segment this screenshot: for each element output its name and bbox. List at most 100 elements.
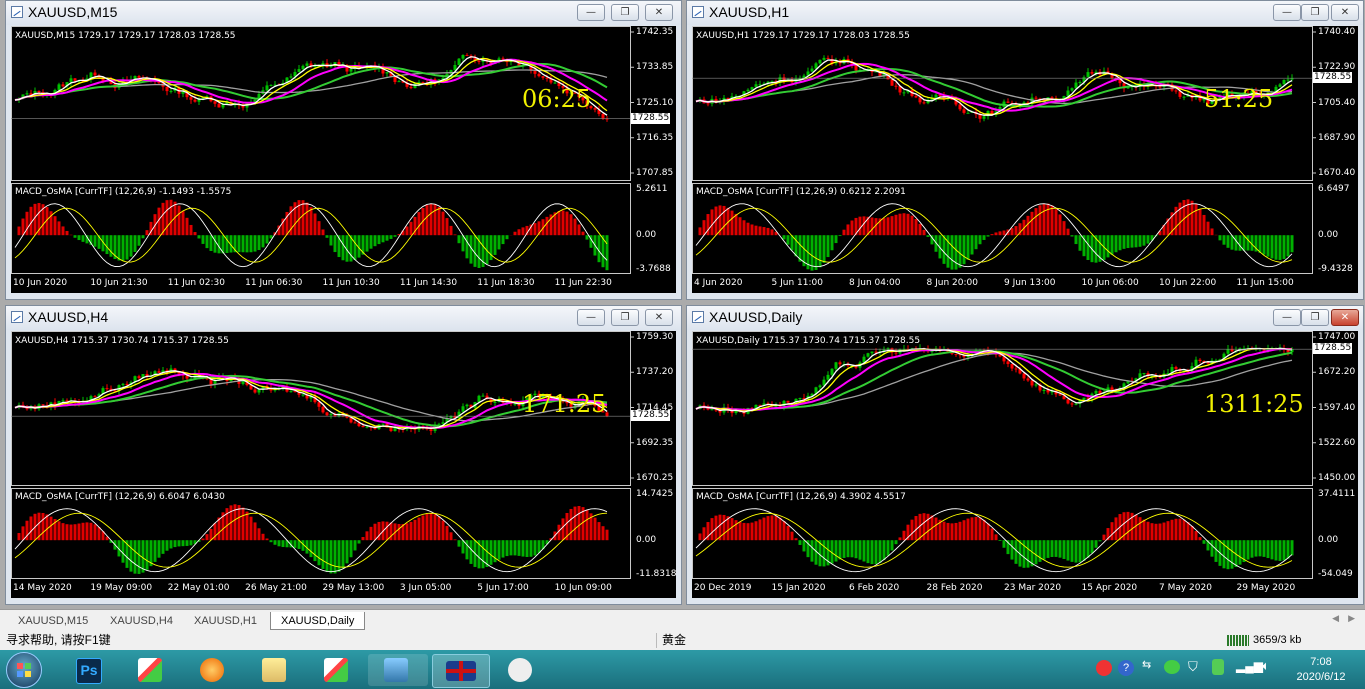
minimize-button[interactable]: —	[577, 4, 605, 21]
chart-window-icon	[692, 6, 704, 18]
arrow-app-icon[interactable]	[188, 654, 236, 686]
start-orb-icon[interactable]	[6, 652, 42, 688]
network-icon[interactable]: ⇆	[1142, 658, 1151, 671]
candle-body	[289, 391, 293, 393]
image-viewer-icon[interactable]	[368, 654, 428, 686]
metatrader-icon[interactable]	[312, 654, 360, 686]
macd-histogram-bar	[1186, 522, 1190, 541]
candle-body	[814, 63, 818, 69]
wechat-icon[interactable]	[496, 654, 544, 686]
clock-time[interactable]: 7:08	[1290, 655, 1352, 670]
macd-histogram-bar	[1002, 230, 1006, 236]
restore-button[interactable]: ❐	[1301, 4, 1329, 21]
time-axis-label: 11 Jun 06:30	[245, 278, 303, 288]
close-button[interactable]: ✕	[645, 309, 673, 326]
candle-body	[289, 76, 293, 78]
help-icon[interactable]: ?	[1118, 660, 1134, 676]
macd-histogram-bar	[1062, 540, 1066, 559]
macd-histogram-bar	[998, 540, 1002, 541]
close-button[interactable]: ✕	[645, 4, 673, 21]
restore-button[interactable]: ❐	[1301, 309, 1329, 326]
macd-histogram-bar	[605, 235, 609, 271]
chart-window-daily[interactable]: XAUUSD,Daily — ❐ ✕ 1747.00 1672.20 1597.40…	[686, 305, 1364, 605]
macd-histogram-bar	[942, 521, 946, 541]
macd-histogram-bar	[1078, 235, 1082, 251]
clock-date[interactable]: 2020/6/12	[1290, 670, 1352, 685]
tab-xauusd-m15[interactable]: XAUUSD,M15	[8, 612, 98, 630]
battery-icon[interactable]	[1212, 659, 1224, 675]
macd-histogram-bar	[353, 540, 357, 551]
chart-window-h4[interactable]: XAUUSD,H4 — ❐ ✕ 1759.30 1737.20 1714.45 169…	[5, 305, 682, 605]
tab-scroll-left-icon[interactable]: ◀	[1332, 613, 1339, 624]
candle-body	[1090, 72, 1094, 74]
uk-flag-icon[interactable]	[432, 654, 490, 688]
macd-histogram-bar	[986, 235, 990, 237]
macd-histogram-bar	[93, 235, 97, 247]
macd-histogram-bar	[746, 523, 750, 541]
macd-histogram-bar	[601, 526, 605, 541]
metatrader-icon[interactable]	[126, 654, 174, 686]
time-axis-label: 11 Jun 22:30	[554, 278, 612, 288]
macd-histogram-bar	[1258, 540, 1262, 557]
macd-histogram-bar	[734, 520, 738, 541]
macd-histogram-bar	[261, 235, 265, 248]
macd-histogram-bar	[910, 215, 914, 236]
macd-histogram-bar	[1010, 228, 1014, 236]
candle-body	[301, 394, 305, 396]
macd-histogram-bar	[437, 206, 441, 236]
chart-area[interactable]: 1740.40 1722.90 1705.40 1687.90 1670.40 1728.…	[692, 26, 1358, 293]
macd-histogram-bar	[870, 217, 874, 236]
macd-histogram-bar	[1222, 235, 1226, 245]
macd-histogram-bar	[17, 533, 21, 541]
window-titlebar[interactable]: XAUUSD,M15 — ❐ ✕	[6, 1, 681, 25]
restore-button[interactable]: ❐	[611, 309, 639, 326]
chart-window-m15[interactable]: XAUUSD,M15 — ❐ ✕ 1742.35 1733.85 1725.10 17…	[5, 0, 682, 300]
macd-histogram-bar	[557, 210, 561, 236]
minimize-button[interactable]: —	[1273, 309, 1301, 326]
candle-body	[537, 73, 541, 77]
tab-xauusd-daily[interactable]: XAUUSD,Daily	[270, 612, 366, 630]
macd-histogram-bar	[261, 533, 265, 541]
macd-histogram-bar	[1062, 221, 1066, 236]
chart-area[interactable]: 1742.35 1733.85 1725.10 1716.35 1707.85 1728.…	[11, 26, 676, 293]
candle-body	[1070, 403, 1074, 405]
tab-xauusd-h4[interactable]: XAUUSD,H4	[100, 612, 183, 630]
macd-histogram-bar	[834, 540, 838, 562]
candle-body	[253, 389, 257, 393]
time-axis-label: 26 May 21:00	[245, 583, 307, 593]
tab-xauusd-h1[interactable]: XAUUSD,H1	[184, 612, 267, 630]
macd-histogram-bar	[209, 235, 213, 251]
minimize-button[interactable]: —	[1273, 4, 1301, 21]
candle-body	[1022, 373, 1026, 379]
candle-body	[41, 404, 45, 406]
close-button[interactable]: ✕	[1331, 4, 1359, 21]
sogou-ime-icon[interactable]	[1096, 660, 1112, 676]
tab-scroll-right-icon[interactable]: ▶	[1348, 613, 1355, 624]
shield-icon[interactable]: ⛉	[1188, 659, 1198, 675]
chart-window-h1[interactable]: XAUUSD,H1 — ❐ ✕ 1740.40 1722.90 1705.40 168…	[686, 0, 1364, 300]
macd-histogram-bar	[954, 235, 958, 270]
chart-tab-bar: XAUUSD,M15 XAUUSD,H4 XAUUSD,H1 XAUUSD,Da…	[0, 609, 1365, 632]
restore-button[interactable]: ❐	[611, 4, 639, 21]
macd-histogram-bar	[317, 540, 321, 566]
macd-histogram-bar	[205, 235, 209, 249]
chart-area[interactable]: 1747.00 1672.20 1597.40 1522.60 1450.00 1728.…	[692, 331, 1358, 598]
window-titlebar[interactable]: XAUUSD,H4 — ❐ ✕	[6, 306, 681, 330]
macd-histogram-bar	[465, 235, 469, 259]
minimize-button[interactable]: —	[577, 309, 605, 326]
photoshop-icon[interactable]: Ps	[64, 654, 112, 686]
macd-histogram-bar	[1066, 228, 1070, 236]
chart-area[interactable]: 1759.30 1737.20 1714.45 1692.35 1670.25 1728.…	[11, 331, 676, 598]
volume-icon[interactable]: 🔈︎	[1262, 658, 1270, 674]
candle-body	[1206, 362, 1210, 364]
close-button[interactable]: ✕	[1331, 309, 1359, 326]
candle-body	[457, 58, 461, 65]
signal-icon[interactable]: ▂▄▆	[1236, 659, 1263, 673]
wechat-tray-icon[interactable]	[1164, 660, 1180, 674]
macd-histogram-bar	[926, 235, 930, 237]
macd-histogram-bar	[517, 229, 521, 236]
macd-histogram-bar	[497, 235, 501, 250]
window-titlebar[interactable]: XAUUSD,H1 — ❐ ✕	[687, 1, 1363, 25]
folder-icon[interactable]	[250, 654, 298, 686]
window-titlebar[interactable]: XAUUSD,Daily — ❐ ✕	[687, 306, 1363, 330]
